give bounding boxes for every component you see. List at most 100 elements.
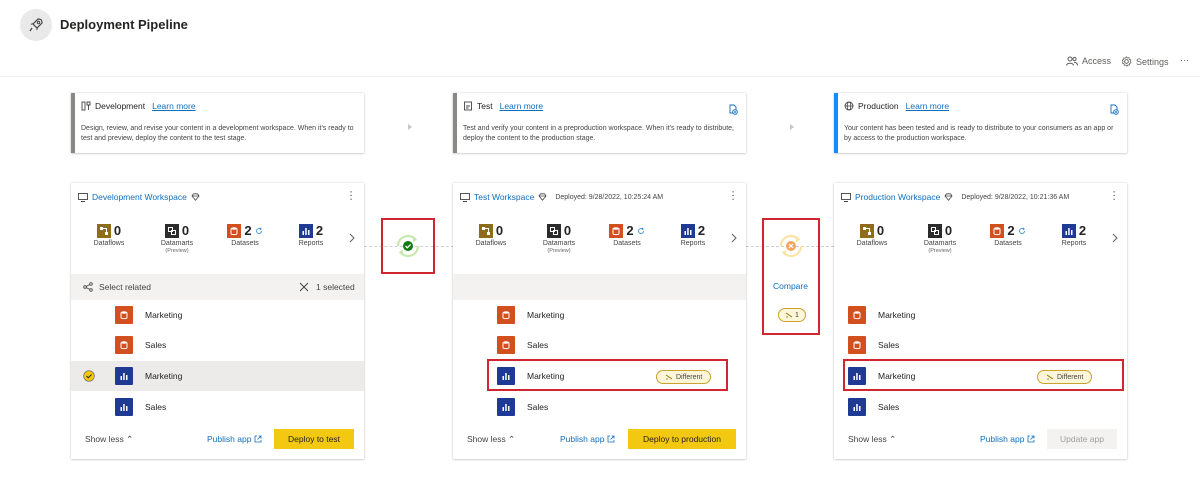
- stage-arrow-icon: [788, 118, 796, 130]
- workspace-name[interactable]: Test Workspace: [474, 192, 534, 202]
- workspace-footer: Show less ⌃ Publish app Update app: [834, 427, 1127, 451]
- list-item[interactable]: Marketing: [71, 300, 364, 330]
- open-external-icon: [1027, 435, 1035, 443]
- learn-more-link[interactable]: Learn more: [500, 101, 543, 111]
- stage-description: Test and verify your content in a prepro…: [463, 125, 734, 142]
- show-less-button[interactable]: Show less ⌃: [85, 434, 133, 445]
- datamarts-count[interactable]: 0 Datamarts (Preview): [529, 223, 589, 254]
- datamarts-count[interactable]: 0 Datamarts (Preview): [147, 223, 207, 254]
- compare-count: 1: [795, 311, 799, 319]
- reports-count[interactable]: 2 Reports: [663, 223, 723, 248]
- show-less-button[interactable]: Show less ⌃: [848, 434, 896, 445]
- close-icon[interactable]: [299, 282, 309, 292]
- workspace-name[interactable]: Production Workspace: [855, 192, 940, 202]
- show-less-button[interactable]: Show less ⌃: [467, 434, 515, 445]
- dataflow-icon: [96, 223, 111, 238]
- list-item[interactable]: Marketing: [453, 300, 746, 330]
- page-title: Deployment Pipeline: [60, 17, 188, 32]
- select-related-button[interactable]: Select related: [99, 282, 151, 292]
- gear-icon: [1121, 56, 1132, 67]
- chevron-right-icon[interactable]: [348, 230, 356, 248]
- app-logo: [20, 9, 52, 41]
- dataset-icon: [848, 306, 866, 324]
- workspace-icon: [460, 192, 470, 202]
- selected-check-icon[interactable]: [83, 370, 95, 384]
- report-icon: [680, 223, 695, 238]
- list-item[interactable]: Marketing: [834, 300, 1127, 330]
- refresh-icon: [637, 227, 645, 235]
- stage-accent-bar: [453, 93, 457, 153]
- assign-workspace-icon[interactable]: [1108, 102, 1119, 120]
- stage-name: Test: [477, 101, 493, 111]
- highlight-box: [843, 359, 1124, 391]
- reports-count[interactable]: 2 Reports: [281, 223, 341, 248]
- settings-button[interactable]: Settings: [1121, 56, 1169, 67]
- list-item[interactable]: Sales: [71, 392, 364, 422]
- dataflows-count[interactable]: 0 Dataflows: [461, 223, 521, 248]
- more-options-button[interactable]: ···: [1180, 55, 1189, 65]
- publish-app-link[interactable]: Publish app: [207, 434, 262, 444]
- list-item[interactable]: Sales: [71, 330, 364, 360]
- chevron-right-icon[interactable]: [730, 230, 738, 248]
- publish-app-link[interactable]: Publish app: [980, 434, 1035, 444]
- compare-link[interactable]: Compare: [773, 281, 808, 291]
- list-item-selected[interactable]: Marketing: [71, 361, 364, 391]
- rocket-icon: [28, 17, 44, 33]
- highlight-box: [487, 359, 728, 391]
- report-icon: [497, 398, 515, 416]
- report-icon: [1061, 223, 1076, 238]
- datasets-count[interactable]: 2 Datasets: [597, 223, 657, 248]
- dataset-icon: [227, 223, 242, 238]
- list-item[interactable]: Sales: [834, 330, 1127, 360]
- refresh-icon: [1018, 227, 1026, 235]
- workspace-card-development: Development Workspace ··· 0 Dataflows 0 …: [71, 183, 364, 459]
- assign-workspace-icon[interactable]: [727, 102, 738, 120]
- dataset-icon: [990, 223, 1005, 238]
- reports-count[interactable]: 2 Reports: [1044, 223, 1104, 248]
- more-options-icon[interactable]: ···: [1108, 190, 1120, 201]
- content-counts: 0 Dataflows 0 Datamarts (Preview) 2 Data…: [71, 223, 364, 263]
- publish-app-link[interactable]: Publish app: [560, 434, 615, 444]
- more-options-icon[interactable]: ···: [345, 190, 357, 201]
- learn-more-link[interactable]: Learn more: [906, 101, 949, 111]
- content-counts: 0 Dataflows 0 Datamarts (Preview) 2 Data…: [453, 223, 746, 263]
- dataset-icon: [115, 336, 133, 354]
- workspace-name[interactable]: Development Workspace: [92, 192, 187, 202]
- refresh-icon: [255, 227, 263, 235]
- stage-description: Design, review, and revise your content …: [81, 125, 354, 142]
- stage-accent-bar: [834, 93, 838, 153]
- deploy-to-production-button[interactable]: Deploy to production: [628, 429, 736, 449]
- workspace-card-test: Test Workspace Deployed: 9/28/2022, 10:2…: [453, 183, 746, 459]
- more-options-icon[interactable]: ···: [727, 190, 739, 201]
- dataflow-icon: [478, 223, 493, 238]
- access-button[interactable]: Access: [1066, 56, 1111, 66]
- learn-more-link[interactable]: Learn more: [152, 101, 195, 111]
- stage-card-development: Development Learn more Design, review, a…: [71, 93, 364, 153]
- dataset-icon: [497, 336, 515, 354]
- chevron-right-icon[interactable]: [1111, 230, 1119, 248]
- access-label: Access: [1082, 56, 1112, 66]
- sync-success-icon[interactable]: [392, 230, 424, 267]
- list-item[interactable]: Sales: [453, 330, 746, 360]
- header-divider: [0, 76, 1200, 77]
- development-tools-icon: [81, 101, 91, 111]
- update-app-button[interactable]: Update app: [1047, 429, 1117, 449]
- dataflows-count[interactable]: 0 Dataflows: [79, 223, 139, 248]
- dataflows-count[interactable]: 0 Dataflows: [842, 223, 902, 248]
- compare-diff-badge[interactable]: 1: [778, 308, 806, 322]
- list-item[interactable]: Sales: [834, 392, 1127, 422]
- deploy-to-test-button[interactable]: Deploy to test: [274, 429, 354, 449]
- premium-diamond-icon: [944, 193, 953, 201]
- stage-name: Development: [95, 101, 146, 111]
- dataset-icon: [115, 306, 133, 324]
- open-external-icon: [254, 435, 262, 443]
- report-icon: [115, 398, 133, 416]
- sync-warning-icon[interactable]: [775, 230, 807, 267]
- dataflow-icon: [859, 223, 874, 238]
- datamarts-count[interactable]: 0 Datamarts (Preview): [910, 223, 970, 254]
- report-icon: [298, 223, 313, 238]
- workspace-icon: [78, 192, 88, 202]
- list-item[interactable]: Sales: [453, 392, 746, 422]
- datasets-count[interactable]: 2 Datasets: [978, 223, 1038, 248]
- datasets-count[interactable]: 2 Datasets: [215, 223, 275, 248]
